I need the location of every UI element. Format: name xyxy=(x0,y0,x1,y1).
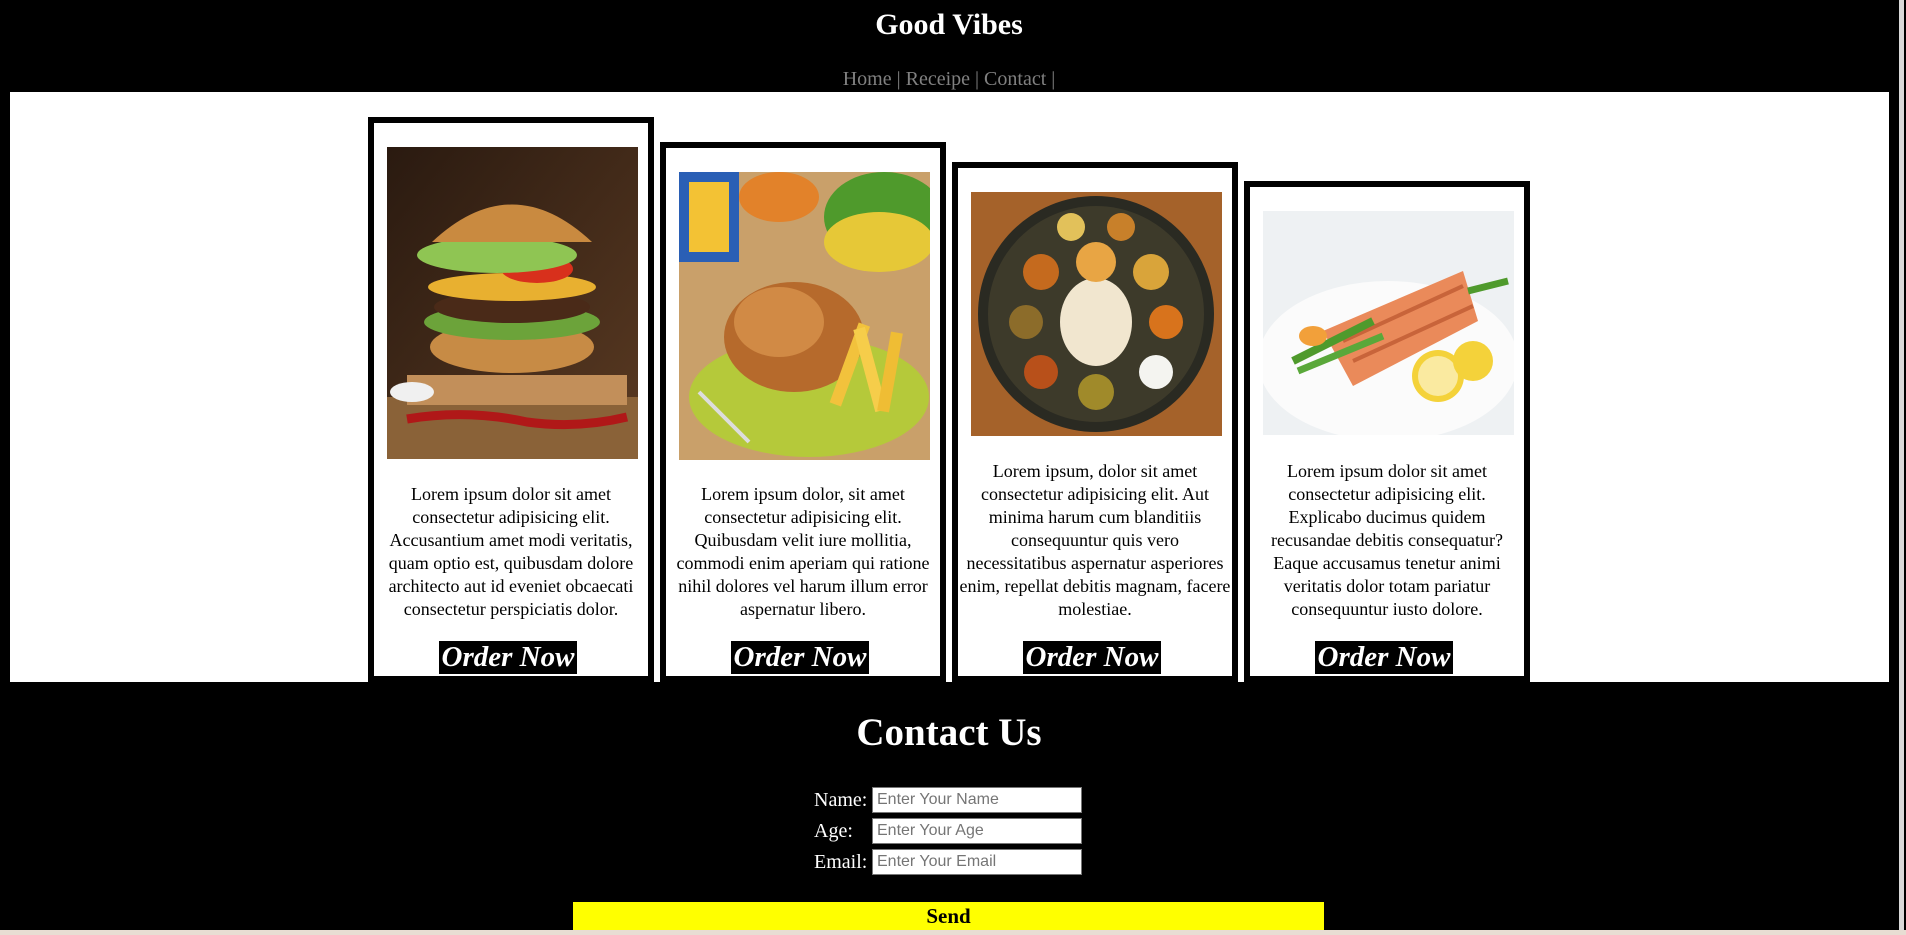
age-label: Age: xyxy=(814,820,853,842)
vertical-scrollbar[interactable] xyxy=(1898,0,1906,935)
food-description: Lorem ipsum dolor sit amet consectetur a… xyxy=(388,484,634,619)
nav-contact-link[interactable]: Contact xyxy=(984,68,1046,90)
food-card: Lorem ipsum, dolor sit amet consectetur … xyxy=(952,162,1238,682)
send-button[interactable]: Send xyxy=(573,902,1324,930)
salmon-photo xyxy=(1263,211,1514,435)
food-description: Lorem ipsum dolor sit amet consectetur a… xyxy=(1271,461,1503,619)
contact-title: Contact Us xyxy=(856,711,1042,754)
nav-receipe-link[interactable]: Receipe xyxy=(906,68,970,90)
email-input[interactable] xyxy=(872,849,1082,875)
nav-separator: | xyxy=(975,68,980,90)
chicken-fries-photo xyxy=(679,172,930,460)
order-now-button[interactable]: Order Now xyxy=(439,641,577,674)
name-label: Name: xyxy=(814,789,868,811)
food-card: Lorem ipsum dolor sit amet consectetur a… xyxy=(368,117,654,682)
food-card: Lorem ipsum dolor, sit amet consectetur … xyxy=(660,142,946,682)
food-description: Lorem ipsum dolor, sit amet consectetur … xyxy=(676,484,930,619)
window-bottom-edge xyxy=(0,930,1906,935)
site-title: Good Vibes xyxy=(875,8,1023,41)
order-now-button[interactable]: Order Now xyxy=(731,641,869,674)
scrollbar-thumb[interactable] xyxy=(1899,0,1904,935)
nav-separator: | xyxy=(1051,68,1056,90)
burger-photo xyxy=(387,147,638,459)
nav-separator: | xyxy=(896,68,901,90)
food-card: Lorem ipsum dolor sit amet consectetur a… xyxy=(1244,181,1530,682)
order-now-button[interactable]: Order Now xyxy=(1315,641,1453,674)
name-input[interactable] xyxy=(872,787,1082,813)
nav-home-link[interactable]: Home xyxy=(843,68,892,90)
age-input[interactable] xyxy=(872,818,1082,844)
food-description: Lorem ipsum, dolor sit amet consectetur … xyxy=(959,461,1231,619)
email-label: Email: xyxy=(814,851,868,873)
menu-section: Lorem ipsum dolor sit amet consectetur a… xyxy=(10,92,1889,682)
order-now-button[interactable]: Order Now xyxy=(1023,641,1161,674)
main-nav: Home | Receipe | Contact | xyxy=(0,68,1898,91)
thali-photo xyxy=(971,192,1222,436)
